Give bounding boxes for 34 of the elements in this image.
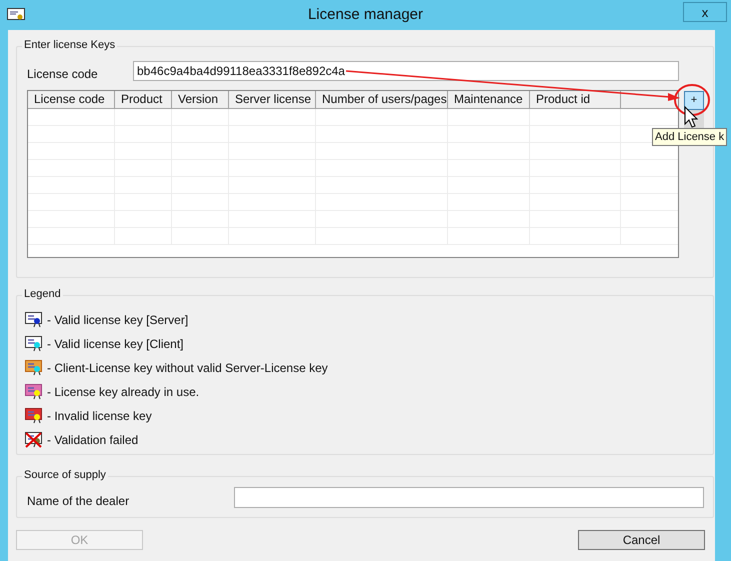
legend-text: - Valid license key [Client]	[47, 336, 184, 352]
column-header[interactable]: Product id	[530, 91, 621, 108]
certificate-icon	[25, 312, 42, 328]
close-button[interactable]: x	[683, 2, 727, 22]
legend-text: - Valid license key [Server]	[47, 312, 188, 328]
crossed-certificate-icon	[25, 432, 42, 448]
column-header[interactable]: License code	[28, 91, 115, 108]
column-header[interactable]: Version	[172, 91, 229, 108]
group-title: Source of supply	[22, 469, 108, 482]
field-label: License code	[27, 66, 98, 83]
legend-text: - Invalid license key	[47, 408, 152, 424]
certificate-icon	[25, 336, 42, 352]
group-title: Legend	[22, 288, 63, 301]
column-header[interactable]: Product	[115, 91, 172, 108]
certificate-icon	[25, 360, 42, 376]
field-label: Name of the dealer	[27, 493, 130, 510]
window-title: License manager	[308, 4, 424, 25]
certificate-icon	[25, 408, 42, 424]
column-header[interactable]: Maintenance	[448, 91, 530, 108]
cancel-button[interactable]: Cancel	[578, 530, 705, 550]
legend-text: - License key already in use.	[47, 384, 200, 400]
group-title: Enter license Keys	[22, 39, 118, 52]
column-header[interactable]: Number of users/pages	[316, 91, 448, 108]
certificate-icon	[7, 8, 25, 22]
column-header[interactable]: Server license	[229, 91, 316, 108]
dealer-name-field[interactable]	[234, 487, 704, 508]
tooltip: Add License k	[652, 128, 728, 146]
add-button[interactable]: +	[684, 91, 704, 110]
legend-text: - Validation failed	[47, 432, 138, 448]
annotation-circle	[674, 84, 710, 116]
certificate-icon	[25, 384, 42, 400]
legend-text: - Client-License key without valid Server-License key	[47, 360, 328, 376]
license-code-field[interactable]: bb46c9a4ba4d99118ea3331f8e892c4a	[133, 61, 679, 81]
cursor-icon	[684, 106, 698, 128]
